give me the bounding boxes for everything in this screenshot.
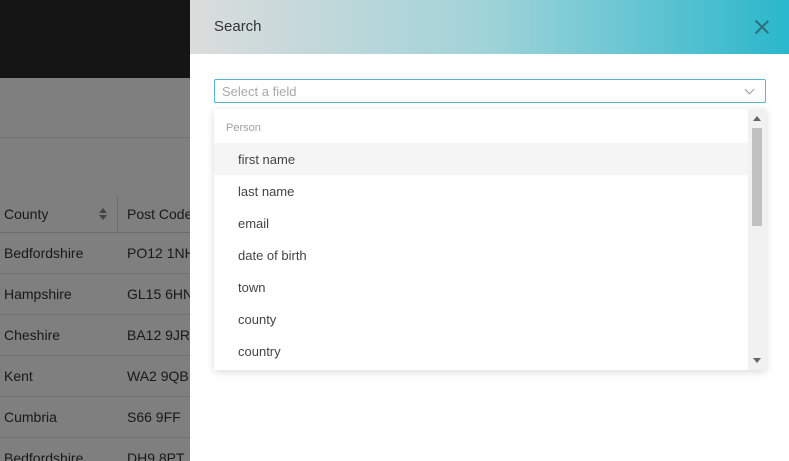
chevron-down-icon[interactable] — [744, 84, 755, 95]
option-town[interactable]: town — [214, 271, 748, 303]
dropdown-scrollbar[interactable] — [748, 109, 766, 370]
field-select[interactable] — [214, 79, 766, 103]
option-country[interactable]: country — [214, 335, 748, 367]
field-dropdown: Person first name last name email date o… — [214, 109, 766, 370]
scroll-down-arrow-icon[interactable] — [753, 358, 761, 363]
option-first-name[interactable]: first name — [214, 143, 748, 175]
option-last-name[interactable]: last name — [214, 175, 748, 207]
option-date-of-birth[interactable]: date of birth — [214, 239, 748, 271]
scroll-up-arrow-icon[interactable] — [753, 116, 761, 121]
scrollbar-thumb[interactable] — [752, 128, 762, 226]
option-email[interactable]: email — [214, 207, 748, 239]
close-icon[interactable] — [753, 18, 771, 36]
search-panel: Search Person first name last name email… — [190, 0, 789, 461]
option-group-label: Person — [226, 122, 261, 134]
field-select-input[interactable] — [215, 80, 735, 102]
panel-title: Search — [214, 18, 262, 35]
search-panel-header: Search — [190, 0, 789, 54]
option-county[interactable]: county — [214, 303, 748, 335]
